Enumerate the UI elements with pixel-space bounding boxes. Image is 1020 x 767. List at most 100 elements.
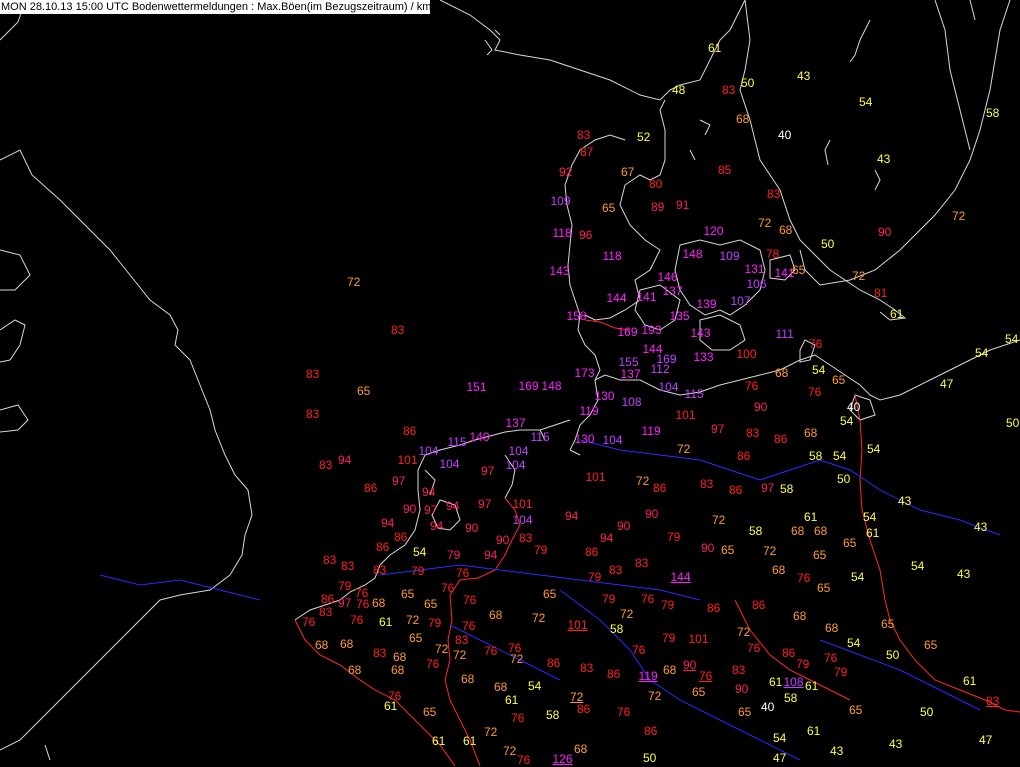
gust-observation: 173 (574, 366, 595, 380)
gust-observation: 104 (439, 457, 460, 471)
gust-observation: 87 (580, 145, 594, 159)
gust-observation: 91 (676, 198, 690, 212)
gust-observation: 133 (693, 350, 714, 364)
gust-observation: 112 (650, 362, 670, 376)
gust-observation: 67 (621, 165, 635, 179)
gust-observation: 78 (766, 247, 780, 261)
map-header-title: MON 28.10.13 15:00 UTC Bodenwettermeldun… (0, 0, 430, 14)
gust-observation: 94 (381, 516, 395, 530)
gust-observation: 97 (761, 481, 775, 495)
gust-observation: 83 (732, 663, 746, 677)
gust-observation: 83 (373, 563, 387, 577)
gust-observation: 115 (447, 435, 467, 449)
gust-observation: 104 (658, 380, 679, 394)
gust-observation: 61 (432, 734, 446, 748)
gust-observation: 120 (703, 224, 724, 238)
gust-observation: 90 (878, 225, 892, 239)
gust-observation: 68 (391, 663, 405, 677)
gust-observation: 54 (833, 449, 847, 463)
gust-observation: 54 (851, 570, 865, 584)
gust-observation: 72 (636, 474, 650, 488)
gust-observation: 54 (528, 679, 542, 693)
gust-observation: 140 (469, 430, 490, 444)
gust-observation: 72 (347, 275, 361, 289)
gust-observation: 54 (840, 414, 854, 428)
gust-observation: 79 (796, 657, 810, 671)
gust-observation: 54 (911, 559, 925, 573)
gust-observation: 86 (364, 481, 378, 495)
gust-observation: 68 (804, 426, 818, 440)
gust-observation: 68 (779, 223, 793, 237)
gust-observation: 86 (774, 432, 788, 446)
gust-observation: 86 (729, 483, 743, 497)
gust-observation: 72 (484, 725, 498, 739)
gust-observation: 76 (350, 613, 364, 627)
gust-observation: 139 (696, 297, 717, 311)
gust-observation: 79 (661, 598, 675, 612)
gust-observation: 76 (699, 669, 713, 683)
gust-observation: 61 (708, 41, 722, 55)
gust-observation: 169 (617, 325, 638, 339)
gust-observation: 58 (780, 482, 794, 496)
gust-observation: 104 (505, 458, 526, 472)
gust-observation: 68 (791, 524, 805, 538)
gust-observation: 76 (824, 651, 838, 665)
gust-observation: 101 (567, 618, 588, 632)
gust-observation: 111 (775, 327, 794, 341)
gust-observation: 76 (745, 379, 759, 393)
gust-observation: 101 (675, 408, 696, 422)
gust-observation: 43 (898, 494, 912, 508)
gust-observation: 76 (356, 597, 370, 611)
gust-observation: 90 (617, 519, 631, 533)
gust-observation: 193 (641, 323, 662, 337)
gust-observation: 83 (609, 563, 623, 577)
gust-observation: 90 (465, 521, 479, 535)
gust-observation: 79 (834, 665, 848, 679)
gust-observation: 94 (338, 453, 352, 467)
gust-observation: 72 (852, 269, 866, 283)
gust-observation: 52 (637, 130, 651, 144)
gust-observation: 76 (462, 619, 476, 633)
gust-observation: 119 (579, 404, 599, 418)
gust-observation: 40 (778, 128, 792, 142)
gust-observation: 76 (511, 711, 525, 725)
gust-observation: 61 (805, 679, 819, 693)
gust-observation: 148 (541, 379, 562, 393)
gust-observation: 79 (662, 631, 676, 645)
gust-observation: 58 (784, 691, 798, 705)
gust-observation: 90 (645, 507, 659, 521)
gust-observation: 58 (809, 449, 823, 463)
gust-observation: 83 (700, 477, 714, 491)
gust-observation: 72 (435, 642, 449, 656)
gust-observation: 54 (773, 731, 787, 745)
gust-observation: 72 (453, 648, 467, 662)
gust-observation: 101 (397, 453, 418, 467)
gust-observation: 86 (737, 449, 751, 463)
gust-observation: 72 (510, 652, 524, 666)
gust-observation: 72 (952, 209, 966, 223)
gust-observation: 92 (559, 165, 573, 179)
gust-observation: 79 (534, 543, 548, 557)
gust-observation: 76 (463, 593, 477, 607)
gust-observation: 65 (792, 263, 806, 277)
gust-observation: 72 (737, 625, 751, 639)
gust-observation: 68 (775, 366, 789, 380)
gust-observation: 143 (690, 326, 711, 340)
gust-observation: 100 (736, 347, 757, 361)
gust-observation: 68 (489, 608, 503, 622)
gust-observation: 79 (447, 548, 461, 562)
gust-observation: 104 (418, 444, 439, 458)
gust-observation: 101 (585, 470, 606, 484)
gust-observation: 97 (711, 422, 725, 436)
gust-observation: 65 (881, 617, 895, 631)
gust-observation: 86 (585, 545, 599, 559)
gust-observation: 148 (682, 247, 703, 261)
gust-observation: 61 (963, 674, 977, 688)
gust-observation: 65 (424, 597, 438, 611)
gust-observation: 72 (503, 744, 517, 758)
gust-observation: 83 (323, 553, 337, 567)
gust-observation: 144 (670, 570, 691, 584)
gust-observation: 65 (832, 373, 846, 387)
gust-observation: 76 (632, 643, 646, 657)
gust-observation: 106 (746, 277, 767, 291)
